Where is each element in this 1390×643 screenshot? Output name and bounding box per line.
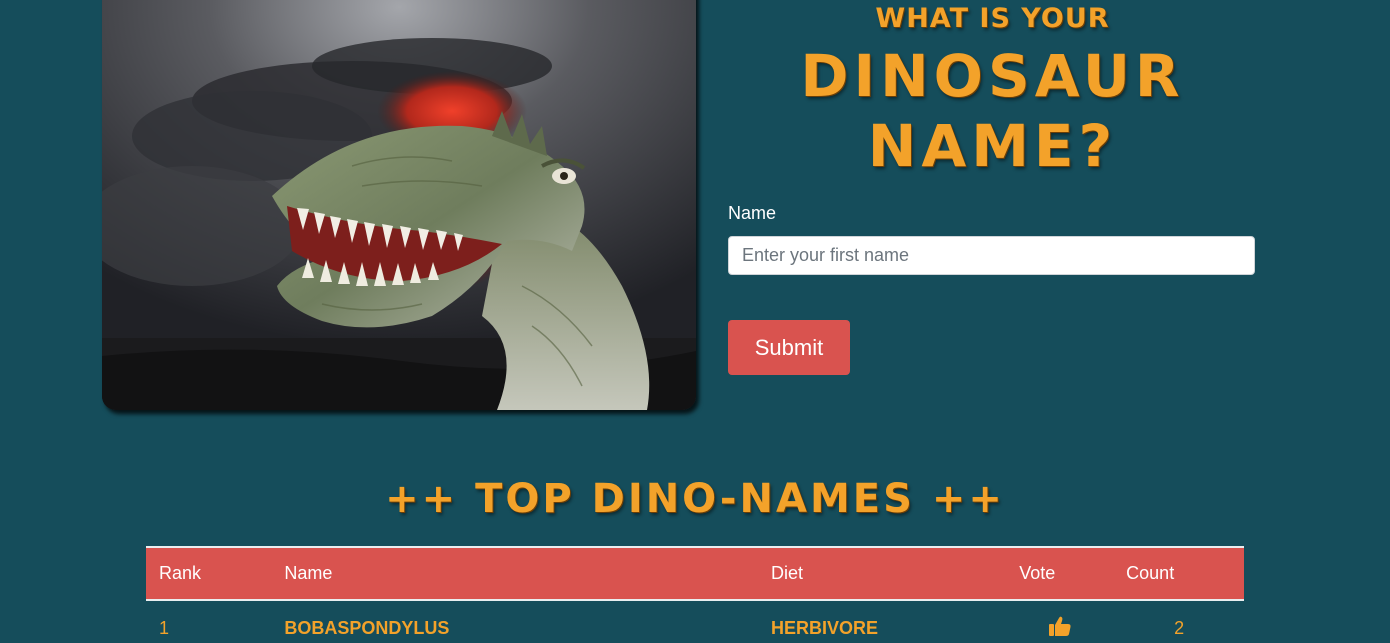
page: What is your Dinosaur Name? Name Submit … bbox=[0, 0, 1390, 643]
row-dino-name: BOBASPONDYLUS bbox=[284, 617, 450, 638]
row-vote bbox=[1019, 600, 1126, 643]
column-header-diet: Diet bbox=[771, 563, 804, 583]
submit-button[interactable]: Submit bbox=[728, 320, 850, 375]
headline-what-is-your: What is your bbox=[875, 3, 1110, 34]
leaderboard-table: Rank Name Diet Vote Count 1 BOBASPONDYLU… bbox=[146, 546, 1244, 643]
first-name-input[interactable] bbox=[728, 236, 1255, 275]
name-field-label: Name bbox=[728, 203, 777, 223]
table-row: 1 BOBASPONDYLUS HERBIVORE 2 bbox=[146, 600, 1244, 643]
row-diet: HERBIVORE bbox=[771, 617, 879, 638]
row-rank: 1 bbox=[159, 617, 170, 638]
leaderboard-title: ++ Top Dino-Names ++ bbox=[385, 476, 1005, 522]
dinosaur-image bbox=[102, 0, 696, 410]
column-header-rank: Rank bbox=[159, 563, 202, 583]
vote-button[interactable] bbox=[1049, 616, 1071, 636]
column-header-name: Name bbox=[284, 563, 333, 583]
table-header-row: Rank Name Diet Vote Count bbox=[146, 547, 1244, 600]
headline-dinosaur: Dinosaur bbox=[800, 42, 1185, 110]
column-header-vote: Vote bbox=[1019, 563, 1056, 583]
headline-name: Name? bbox=[867, 112, 1118, 180]
row-vote-count: 2 bbox=[1174, 617, 1185, 638]
column-header-count: Count bbox=[1126, 563, 1175, 583]
thumbs-up-icon bbox=[1049, 616, 1071, 639]
